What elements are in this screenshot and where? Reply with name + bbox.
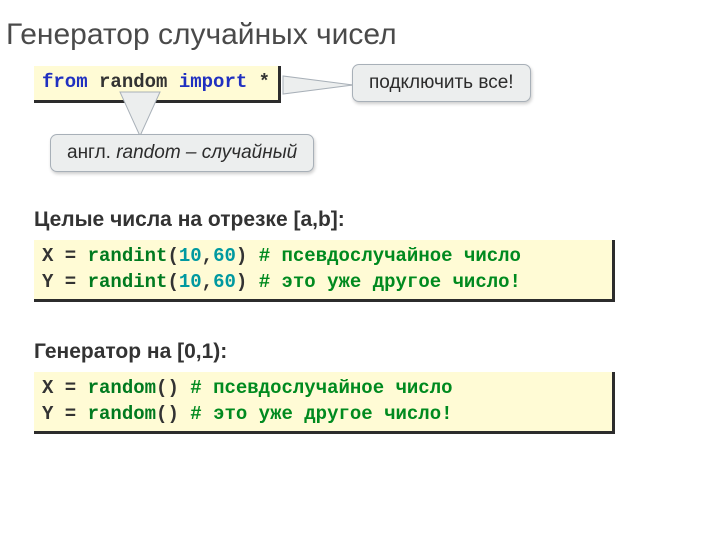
sp bbox=[247, 271, 258, 293]
pointer-down-arrow bbox=[120, 92, 180, 136]
comment: # это уже другое число! bbox=[190, 403, 452, 425]
num-a: 10 bbox=[179, 271, 202, 293]
var: X bbox=[42, 377, 53, 399]
rp: ) bbox=[236, 271, 247, 293]
func: randint bbox=[88, 245, 168, 267]
code-line: X = randint(10,60) # псевдослучайное чис… bbox=[42, 244, 604, 270]
func: random bbox=[88, 403, 156, 425]
lp: ( bbox=[156, 377, 167, 399]
kw-from: from bbox=[42, 71, 88, 93]
lp: ( bbox=[167, 245, 178, 267]
lp: ( bbox=[156, 403, 167, 425]
num-b: 60 bbox=[213, 245, 236, 267]
kw-import: import bbox=[179, 71, 247, 93]
callout-english-translation: англ. random – случайный bbox=[50, 134, 314, 172]
eq: = bbox=[53, 403, 87, 425]
comma: , bbox=[202, 245, 213, 267]
import-star: * bbox=[259, 71, 270, 93]
code-line: Y = random() # это уже другое число! bbox=[42, 402, 604, 428]
section-heading-unit-interval: Генератор на [0,1): bbox=[34, 340, 227, 364]
rp: ) bbox=[167, 403, 178, 425]
page-title: Генератор случайных чисел bbox=[6, 18, 397, 52]
func: randint bbox=[88, 271, 168, 293]
var: Y bbox=[42, 271, 53, 293]
code-random-box: X = random() # псевдослучайное число Y =… bbox=[34, 372, 615, 434]
eq: = bbox=[53, 271, 87, 293]
eq: = bbox=[53, 377, 87, 399]
lp: ( bbox=[167, 271, 178, 293]
english-suffix: – случайный bbox=[186, 142, 297, 163]
num-a: 10 bbox=[179, 245, 202, 267]
pointer-right-arrow bbox=[283, 76, 353, 94]
comment: # псевдослучайное число bbox=[190, 377, 452, 399]
english-word: random bbox=[116, 142, 186, 163]
code-randint-box: X = randint(10,60) # псевдослучайное чис… bbox=[34, 240, 615, 302]
sp bbox=[179, 377, 190, 399]
eq: = bbox=[53, 245, 87, 267]
comment: # это уже другое число! bbox=[259, 271, 521, 293]
sp bbox=[247, 245, 258, 267]
module-name: random bbox=[99, 71, 167, 93]
section-heading-integers: Целые числа на отрезке [a,b]: bbox=[34, 208, 345, 232]
code-line: X = random() # псевдослучайное число bbox=[42, 376, 604, 402]
comma: , bbox=[202, 271, 213, 293]
comment: # псевдослучайное число bbox=[259, 245, 521, 267]
var: Y bbox=[42, 403, 53, 425]
func: random bbox=[88, 377, 156, 399]
rp: ) bbox=[236, 245, 247, 267]
rp: ) bbox=[167, 377, 178, 399]
sp bbox=[179, 403, 190, 425]
num-b: 60 bbox=[213, 271, 236, 293]
var: X bbox=[42, 245, 53, 267]
english-prefix: англ. bbox=[67, 142, 116, 163]
code-line: Y = randint(10,60) # это уже другое числ… bbox=[42, 270, 604, 296]
callout-connect-all: подключить все! bbox=[352, 64, 531, 102]
